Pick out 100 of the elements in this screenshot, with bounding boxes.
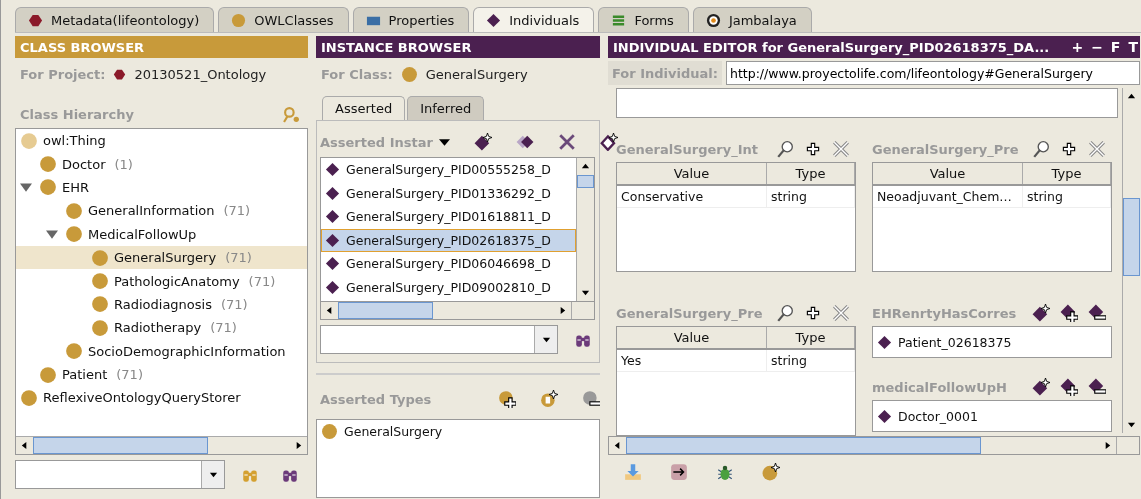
header-button[interactable]: − xyxy=(1091,39,1103,55)
header-button[interactable]: + xyxy=(1071,39,1084,55)
close-icon[interactable] xyxy=(1088,140,1106,158)
scroll-arrow-icon[interactable] xyxy=(20,441,29,450)
column-header[interactable]: Value xyxy=(617,163,767,184)
bug-icon[interactable] xyxy=(716,463,734,481)
circle-sparkle-icon[interactable] xyxy=(762,463,780,481)
text-area[interactable] xyxy=(616,88,1118,118)
tree-item[interactable]: Radiodiagnosis (71) xyxy=(16,292,307,317)
tab[interactable]: Inferred xyxy=(407,96,485,120)
tree-item[interactable]: ReflexiveOntologyQueryStorer xyxy=(16,386,307,410)
scroll-arrow-icon[interactable] xyxy=(1103,441,1112,450)
tree-item[interactable]: EHR xyxy=(16,175,307,200)
tab[interactable]: Properties xyxy=(352,7,470,32)
instance-item[interactable]: GeneralSurgery_PID09002810_D xyxy=(321,275,576,299)
circle-icon xyxy=(39,155,57,174)
vertical-scrollbar[interactable] xyxy=(1122,88,1140,433)
tab[interactable]: Individuals xyxy=(473,7,595,32)
uri-field[interactable]: http://www.proyectolife.com/lifeontology#GeneralSurgery xyxy=(726,61,1140,85)
scroll-arrow-icon[interactable] xyxy=(1127,92,1136,101)
diamond-minus-icon[interactable] xyxy=(1088,378,1106,396)
circle-icon xyxy=(20,389,38,407)
table-cell: Neoadjuvant_Chem… xyxy=(873,186,1023,207)
dropdown-caret-icon[interactable] xyxy=(438,136,450,148)
plus-icon[interactable] xyxy=(804,304,822,322)
caret-icon[interactable] xyxy=(541,335,551,344)
column-header[interactable]: Type xyxy=(1023,163,1111,184)
instance-item[interactable]: GeneralSurgery_PID00555258_D xyxy=(321,158,576,182)
tree-item[interactable]: PathologicAnatomy (71) xyxy=(16,269,307,293)
vertical-scrollbar[interactable] xyxy=(576,158,594,301)
tree-item[interactable]: GeneralInformation (71) xyxy=(16,199,307,223)
close-icon[interactable] xyxy=(832,140,850,158)
scroll-arrow-icon[interactable] xyxy=(581,288,590,297)
tab[interactable]: Asserted xyxy=(322,96,406,120)
hexagon-icon xyxy=(28,12,43,28)
property-label: GeneralSurgery_Pre xyxy=(872,141,1020,157)
tree-item[interactable]: Radiotherapy (71) xyxy=(16,316,307,340)
circle-icon xyxy=(65,342,83,361)
scroll-arrow-icon[interactable] xyxy=(613,441,622,450)
diamond-sparkle-icon[interactable] xyxy=(1032,304,1050,322)
scroll-arrow-icon[interactable] xyxy=(294,441,303,450)
panel-title: CLASS BROWSER xyxy=(15,36,308,58)
scroll-arrow-icon[interactable] xyxy=(1127,420,1136,429)
scroll-thumb[interactable] xyxy=(626,437,981,454)
diamond-minus-icon[interactable] xyxy=(1088,304,1106,322)
caret-icon[interactable] xyxy=(208,470,218,479)
section-label: Asserted Types xyxy=(320,391,432,407)
circle-document-icon[interactable] xyxy=(540,390,558,408)
tab[interactable]: OWLClasses xyxy=(218,7,349,32)
tree-item[interactable]: GeneralSurgery (71) xyxy=(16,245,307,270)
search-icon[interactable] xyxy=(776,140,794,158)
circle-plus-icon[interactable] xyxy=(498,390,516,408)
scroll-thumb[interactable] xyxy=(1123,198,1140,277)
plus-icon[interactable] xyxy=(1060,140,1078,158)
column-header[interactable]: Type xyxy=(767,163,855,184)
instance-item[interactable]: GeneralSurgery_PID06046698_D xyxy=(321,252,576,276)
horizontal-scrollbar[interactable] xyxy=(16,436,307,454)
scroll-arrow-icon[interactable] xyxy=(581,162,590,171)
diamond-plus-icon[interactable] xyxy=(1060,304,1078,322)
header-button[interactable]: F xyxy=(1110,39,1121,55)
scroll-thumb[interactable] xyxy=(33,437,208,454)
column-header[interactable]: Value xyxy=(873,163,1023,184)
diamond-sparkle-icon[interactable] xyxy=(1032,378,1050,396)
expand-toggle-icon[interactable] xyxy=(20,181,32,194)
circle-icon xyxy=(65,225,83,244)
diamond-plus-icon[interactable] xyxy=(1060,378,1078,396)
search-icon[interactable] xyxy=(1032,140,1050,158)
scroll-thumb[interactable] xyxy=(577,175,594,189)
tree-item[interactable]: owl:Thing xyxy=(16,129,307,153)
tree-item[interactable]: SocioDemographicInformation xyxy=(16,339,307,363)
plus-icon[interactable] xyxy=(804,140,822,158)
panel-title: INSTANCE BROWSER xyxy=(316,36,600,58)
instance-item[interactable]: GeneralSurgery_PID02618375_D xyxy=(321,228,576,252)
expand-toggle-icon[interactable] xyxy=(46,228,58,241)
search-icon[interactable] xyxy=(776,304,794,322)
scroll-arrow-icon[interactable] xyxy=(558,306,567,315)
column-header[interactable]: Type xyxy=(767,327,855,348)
tab[interactable]: Jambalaya xyxy=(692,7,812,32)
diamond-sparkle-icon[interactable] xyxy=(473,133,492,151)
tab[interactable]: Forms xyxy=(598,7,689,32)
tree-item[interactable]: Doctor (1) xyxy=(16,152,307,176)
column-header[interactable]: Value xyxy=(617,327,767,348)
close-icon[interactable] xyxy=(557,133,576,151)
double-diamond-icon[interactable] xyxy=(515,133,534,151)
tree-item[interactable]: MedicalFollowUp xyxy=(16,222,307,246)
property-label: EHRenrtyHasCorres xyxy=(872,305,1018,321)
circle-minus-icon[interactable] xyxy=(582,390,600,408)
scroll-arrow-icon[interactable] xyxy=(325,306,334,315)
tree-item[interactable]: Patient (71) xyxy=(16,362,307,387)
diamond-icon xyxy=(877,334,892,350)
instance-item[interactable]: Patient_02618375 xyxy=(873,330,1111,354)
instance-item[interactable]: GeneralSurgery_PID01336292_D xyxy=(321,181,576,205)
tab[interactable]: Metadata(lifeontology) xyxy=(15,7,215,32)
scroll-thumb[interactable] xyxy=(338,302,434,319)
instance-item[interactable]: GeneralSurgery_PID01618811_D xyxy=(321,205,576,229)
instance-item[interactable]: Doctor_0001 xyxy=(873,404,1111,428)
header-button[interactable]: T xyxy=(1128,39,1138,55)
outline-diamond-sparkle-icon[interactable] xyxy=(599,133,618,151)
field-label: For Class: xyxy=(321,66,393,82)
close-icon[interactable] xyxy=(832,304,850,322)
